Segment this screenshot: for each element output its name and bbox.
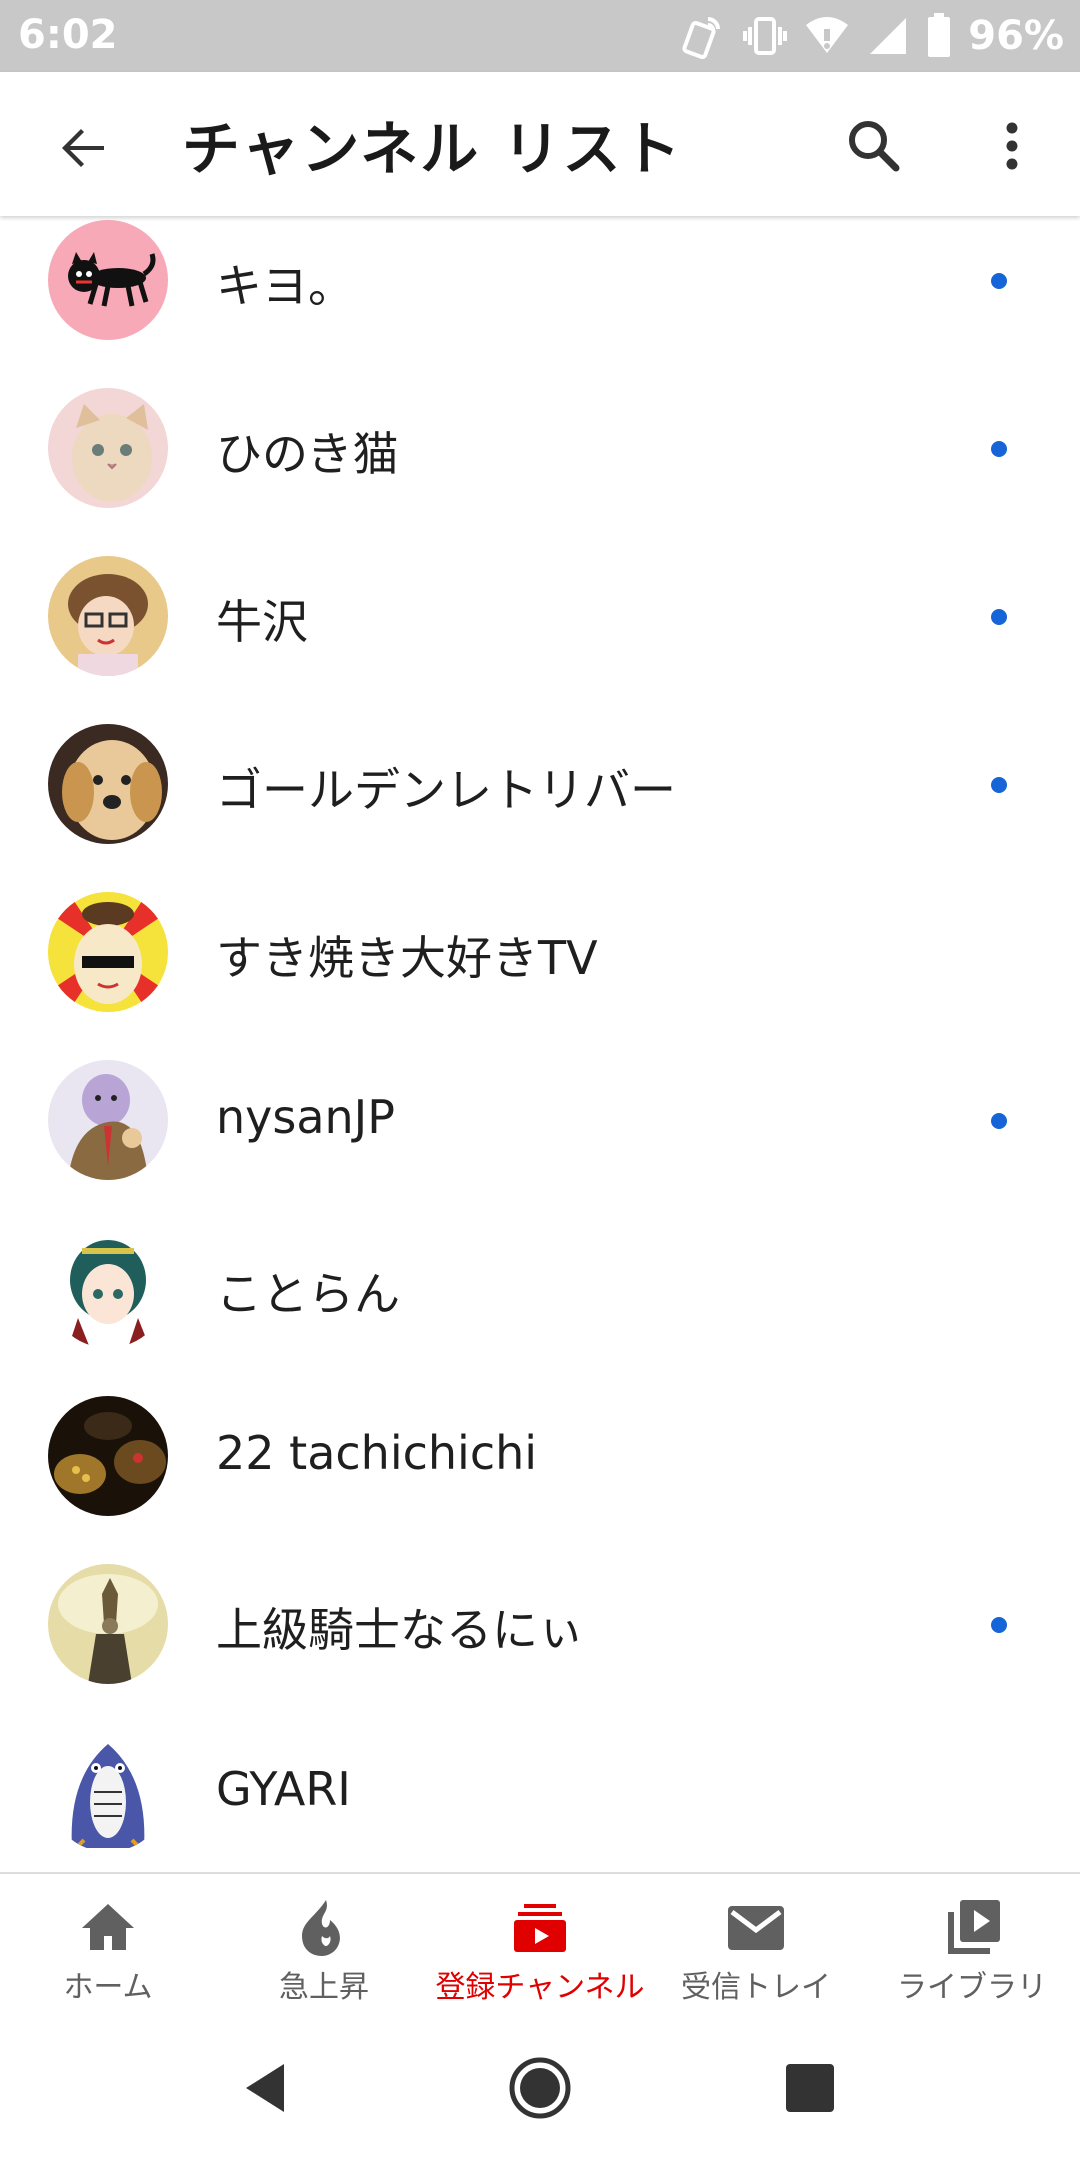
library-icon [948, 1900, 1000, 1954]
channel-row[interactable]: ひのき猫 [0, 384, 1080, 552]
channel-avatar [48, 724, 168, 844]
channel-row[interactable]: GYARI [0, 1728, 1080, 1872]
nav-item-library[interactable]: ライブラリ [864, 1874, 1080, 2018]
nav-label: 急上昇 [279, 1970, 369, 2005]
nav-label: ライブラリ [897, 1970, 1047, 2005]
system-recents-icon[interactable] [778, 2056, 842, 2120]
channel-name: 牛沢 [216, 595, 308, 649]
new-content-dot [991, 273, 1007, 289]
system-back-icon[interactable] [236, 2056, 300, 2120]
new-content-dot [991, 1617, 1007, 1633]
channel-name: GYARI [216, 1762, 351, 1816]
more-options-button[interactable] [990, 114, 1034, 178]
nav-label: 受信トレイ [681, 1970, 831, 2005]
new-content-dot [991, 1113, 1007, 1129]
new-content-dot [991, 609, 1007, 625]
battery-icon [926, 13, 952, 59]
more-vert-icon [1006, 122, 1018, 170]
nav-item-trending[interactable]: 急上昇 [216, 1874, 432, 2018]
channel-name: ゴールデンレトリバー [216, 763, 676, 817]
channel-row[interactable]: すき焼き大好きTV [0, 888, 1080, 1056]
signal-icon [866, 14, 910, 58]
inbox-mail-icon [728, 1906, 784, 1950]
channel-name: 22 tachichichi [216, 1426, 538, 1480]
channel-row[interactable]: nysanJP [0, 1056, 1080, 1224]
subscriptions-icon [514, 1904, 566, 1952]
channel-avatar [48, 556, 168, 676]
status-icons: 96% [680, 10, 1064, 62]
channel-avatar [48, 1732, 168, 1852]
channel-avatar [48, 892, 168, 1012]
channel-row[interactable]: 22 tachichichi [0, 1392, 1080, 1560]
nav-label: ホーム [63, 1970, 153, 2005]
channel-avatar [48, 1060, 168, 1180]
page-title: チャンネル リスト [182, 115, 683, 183]
channel-row[interactable]: ゴールデンレトリバー [0, 720, 1080, 888]
home-icon [82, 1904, 134, 1950]
trending-flame-icon [302, 1900, 340, 1956]
channel-row[interactable]: 上級騎士なるにぃ [0, 1560, 1080, 1728]
nav-item-inbox[interactable]: 受信トレイ [648, 1874, 864, 2018]
channel-name: 上級騎士なるにぃ [216, 1603, 584, 1657]
channel-avatar [48, 1564, 168, 1684]
nav-item-subscriptions[interactable]: 登録チャンネル [432, 1874, 648, 2018]
arrow-back-icon [62, 129, 104, 167]
back-button[interactable] [52, 116, 116, 180]
status-bar: 6:02 96% [0, 0, 1080, 72]
channel-name: nysanJP [216, 1090, 395, 1144]
system-home-icon[interactable] [508, 2056, 572, 2120]
wifi-icon [804, 13, 850, 59]
channel-avatar [48, 1228, 168, 1348]
new-content-dot [991, 441, 1007, 457]
nav-item-home[interactable]: ホーム [0, 1874, 216, 2018]
channel-name: キヨ。 [216, 259, 354, 313]
app-bar: チャンネル リスト [0, 72, 1080, 216]
channel-avatar [48, 1396, 168, 1516]
bottom-nav: ホーム 急上昇 登録チャンネル 受信トレイ ライブラリ [0, 1872, 1080, 2020]
search-icon [849, 121, 900, 172]
nfc-icon [680, 13, 726, 59]
channel-avatar [48, 388, 168, 508]
battery-percent: 96% [968, 13, 1064, 59]
search-button[interactable] [842, 114, 906, 178]
new-content-dot [991, 777, 1007, 793]
channel-name: ことらん [216, 1267, 400, 1321]
channel-row[interactable]: キヨ。 [0, 216, 1080, 384]
nav-label: 登録チャンネル [435, 1970, 645, 2005]
status-time: 6:02 [18, 12, 118, 58]
channel-avatar [48, 220, 168, 340]
channel-name: すき焼き大好きTV [216, 931, 598, 985]
channel-name: ひのき猫 [216, 427, 399, 481]
system-nav [0, 2016, 1080, 2160]
channel-row[interactable]: 牛沢 [0, 552, 1080, 720]
vibrate-icon [742, 13, 788, 59]
channel-row[interactable]: ことらん [0, 1224, 1080, 1392]
channel-list: キヨ。 ひのき猫 牛沢 ゴールデンレトリバー すき焼き大好きTV nysanJP [0, 216, 1080, 1872]
